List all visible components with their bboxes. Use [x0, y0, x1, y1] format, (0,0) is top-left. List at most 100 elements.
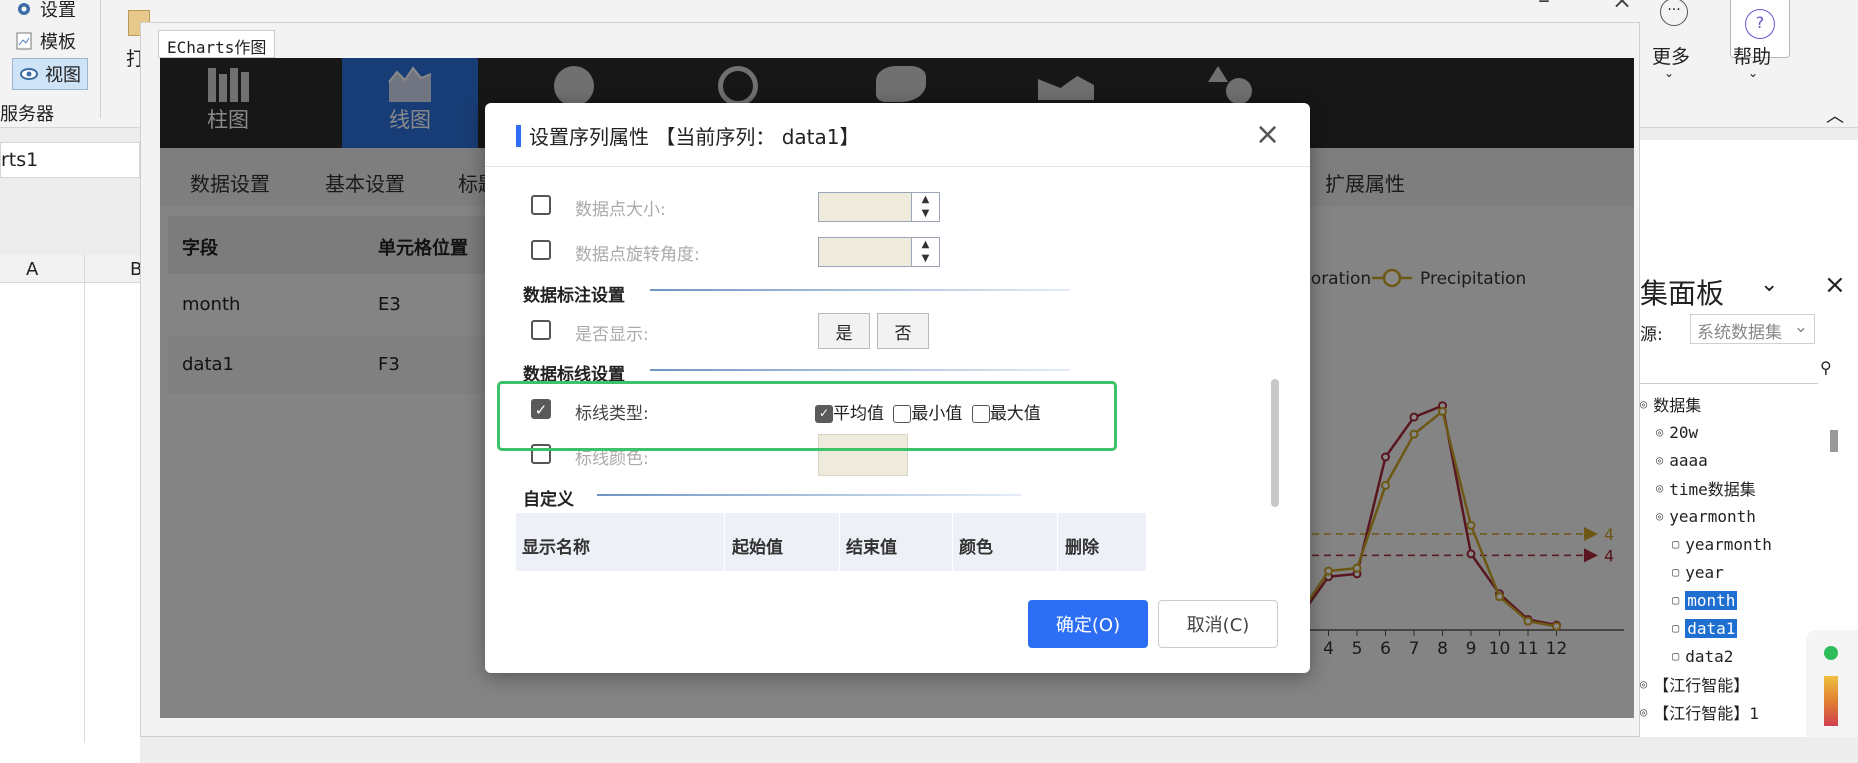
collapse-ribbon-icon[interactable]: ︿ [1826, 102, 1844, 128]
header-divider [1057, 513, 1058, 571]
source-select-value: 系统数据集 [1697, 323, 1782, 343]
show-label-label: 是否显示: [575, 325, 649, 345]
close-window-icon[interactable]: × [1612, 0, 1632, 14]
template-label: 模板 [40, 32, 76, 53]
no-button[interactable]: 否 [877, 313, 929, 349]
dialog-close-icon[interactable]: × [1255, 117, 1280, 152]
source-chevron-icon: ⌄ [1793, 317, 1808, 337]
window-top-strip [140, 22, 1640, 58]
dataset-icon: ◎ [1656, 425, 1664, 439]
column-divider [84, 255, 85, 283]
ribbon-divider [100, 0, 101, 118]
tree-item-label: 数据集 [1653, 396, 1702, 415]
point-size-input[interactable]: ▲ ▼ [818, 192, 940, 222]
dialog-scrollbar[interactable] [1271, 379, 1279, 507]
tree-item-label: 20w [1669, 422, 1699, 442]
tree-item-label: 【江行智能】 [1653, 676, 1750, 695]
help-icon: ? [1745, 9, 1775, 39]
list-item[interactable]: ◎ 【江行智能】1 [1640, 698, 1826, 726]
dialog-title: 设置序列属性 【当前序列： data1】 [529, 125, 860, 149]
list-item[interactable]: ◎ 数据集 [1640, 390, 1826, 418]
panel-close-icon[interactable]: × [1824, 270, 1846, 300]
end-value-header: 结束值 [846, 538, 897, 558]
section-divider [650, 369, 1070, 371]
template-icon [16, 32, 32, 50]
name-box[interactable]: rts1 [0, 142, 140, 178]
eye-icon [20, 68, 38, 80]
minimize-icon[interactable]: – [1538, 0, 1550, 14]
section-divider [650, 289, 1070, 291]
grid-column-line [84, 283, 85, 743]
sheet-grid[interactable] [0, 283, 140, 763]
tree-item-label: 【江行智能】1 [1653, 704, 1759, 723]
point-size-checkbox[interactable] [531, 195, 551, 215]
list-item[interactable]: ▢ yearmonth [1640, 530, 1826, 558]
dialog-header: 设置序列属性 【当前序列： data1】 × [485, 103, 1310, 167]
template-button[interactable]: 模板 [14, 28, 76, 54]
dataset-tree[interactable]: ◎ 数据集 ◎ 20w ◎ aaaa ◎ time数据集 ◎ yearmonth ▢ yearmont… [1640, 390, 1826, 737]
show-label-checkbox[interactable] [531, 320, 551, 340]
tree-item-label: time数据集 [1669, 480, 1756, 499]
decrement-icon[interactable]: ▼ [912, 207, 939, 221]
tree-item-label: year [1685, 562, 1724, 582]
start-value-header: 起始值 [732, 538, 783, 558]
display-name-header: 显示名称 [522, 538, 590, 558]
cancel-button[interactable]: 取消(C) [1158, 600, 1278, 648]
list-item[interactable]: ◎ aaaa [1640, 446, 1826, 474]
list-item[interactable]: ◎ yearmonth [1640, 502, 1826, 530]
increment-icon[interactable]: ▲ [912, 238, 939, 252]
help-chevron-icon: ⌄ [1748, 66, 1759, 80]
field-icon: ▢ [1672, 621, 1680, 635]
dataset-search-input[interactable] [1640, 354, 1818, 384]
delete-header: 删除 [1065, 538, 1099, 558]
title-accent-bar [516, 125, 521, 147]
tree-item-label: aaaa [1669, 450, 1708, 470]
field-icon: ▢ [1672, 593, 1680, 607]
header-divider [952, 513, 953, 571]
tree-item-label: month [1685, 590, 1738, 610]
panel-collapse-chevron-icon[interactable]: ⌄ [1760, 272, 1778, 297]
list-item[interactable]: ◎ 【江行智能】 [1640, 670, 1826, 698]
tree-scrollbar[interactable] [1830, 430, 1838, 452]
status-widget [1806, 630, 1858, 737]
settings-button[interactable]: 设置 [14, 0, 76, 22]
dataset-icon: ◎ [1640, 397, 1648, 411]
source-select[interactable]: 系统数据集 ⌄ [1690, 314, 1815, 344]
decrement-icon[interactable]: ▼ [912, 252, 939, 266]
dataset-icon: ◎ [1656, 481, 1664, 495]
filter-icon[interactable]: ⚲ [1820, 358, 1832, 377]
column-a-header[interactable]: A [26, 259, 38, 280]
point-rotate-checkbox[interactable] [531, 240, 551, 260]
list-item[interactable]: ▢ year [1640, 558, 1826, 586]
more-chevron-icon: ⌄ [1664, 66, 1675, 80]
list-item[interactable]: ◎ 20w [1640, 418, 1826, 446]
field-icon: ▢ [1672, 565, 1680, 579]
section-divider [597, 494, 1021, 496]
point-size-stepper[interactable]: ▲ ▼ [911, 193, 939, 221]
color-header: 颜色 [959, 538, 993, 558]
view-button[interactable]: 视图 [12, 58, 88, 90]
field-icon: ▢ [1672, 649, 1680, 663]
list-item[interactable]: ▢ data1 [1640, 614, 1826, 642]
list-item[interactable]: ▢ month [1640, 586, 1826, 614]
server-group-label: 服务器 [0, 104, 54, 125]
more-icon: ··· [1660, 0, 1688, 26]
highlight-box [497, 381, 1117, 451]
list-item[interactable]: ▢ data2 [1640, 642, 1826, 670]
view-label: 视图 [45, 65, 81, 86]
ok-button[interactable]: 确定(O) [1028, 600, 1148, 648]
list-item[interactable]: ◎ time数据集 [1640, 474, 1826, 502]
more-button[interactable]: 更多 [1652, 42, 1690, 69]
custom-table-header: 显示名称 起始值 结束值 颜色 删除 [516, 513, 1146, 571]
help-button[interactable]: 帮助 [1733, 42, 1771, 69]
column-header-row: A B [0, 255, 142, 283]
point-rotate-input[interactable]: ▲ ▼ [818, 237, 940, 267]
increment-icon[interactable]: ▲ [912, 193, 939, 207]
series-properties-dialog: 设置序列属性 【当前序列： data1】 × 数据点大小: ▲ ▼ 数据点旋转角… [485, 103, 1310, 673]
status-dot-icon [1824, 646, 1838, 660]
point-rotate-stepper[interactable]: ▲ ▼ [911, 238, 939, 266]
yes-button[interactable]: 是 [818, 313, 870, 349]
tree-item-label: data2 [1685, 646, 1734, 666]
tree-item-label: yearmonth [1669, 506, 1756, 526]
source-label: 源: [1640, 325, 1663, 345]
